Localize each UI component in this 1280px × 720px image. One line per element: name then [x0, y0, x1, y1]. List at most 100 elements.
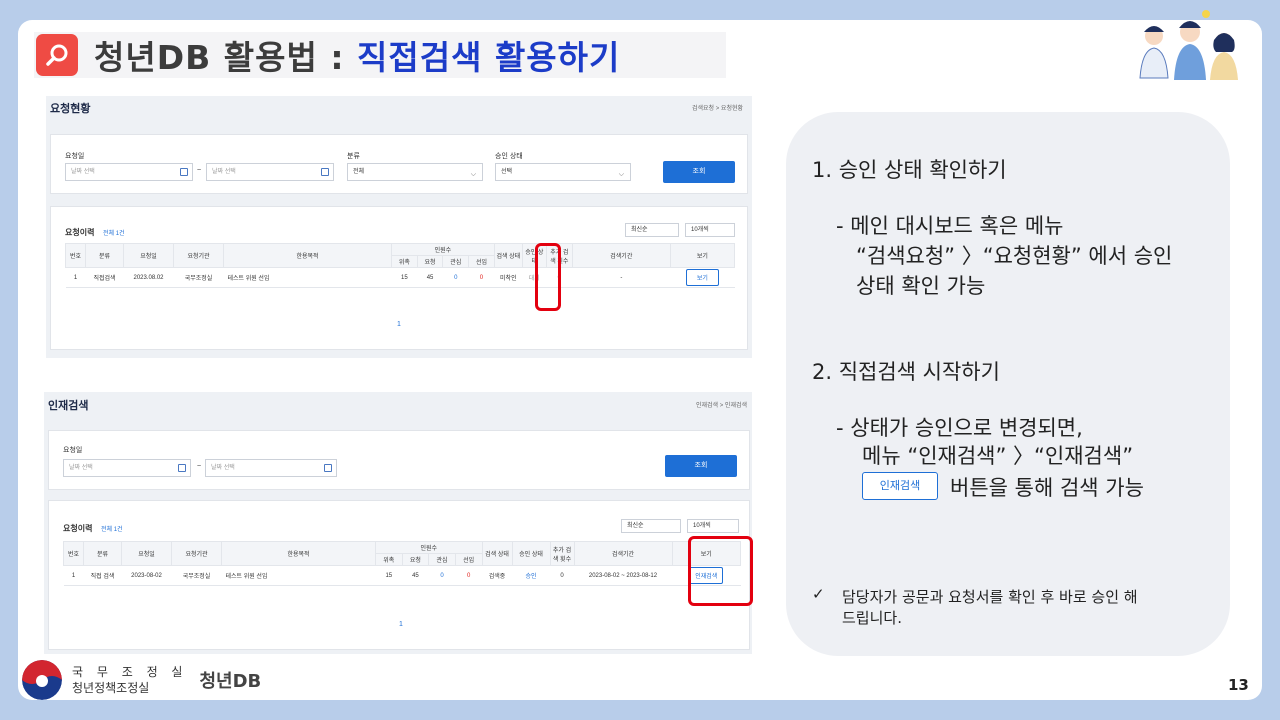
- step2-line1: - 상태가 승인으로 변경되면,: [836, 416, 1083, 440]
- col-search-status: 검색 상태: [481, 541, 513, 566]
- calendar-icon: [180, 168, 188, 176]
- per-page-select[interactable]: 10개씩: [685, 223, 735, 237]
- col-extra: 추가 검색 횟수: [549, 541, 575, 566]
- end-date-input[interactable]: 날짜 선택: [205, 459, 337, 477]
- sort-select[interactable]: 최신순: [625, 223, 679, 237]
- request-table: 번호 분류 요청일 요청기관 한용목적 인원수 검색 상태 승인 상태 추가 검…: [63, 541, 741, 586]
- col-headcount: 인원수: [391, 243, 495, 256]
- filter-panel: 요청일 날짜 선택 ~ 날짜 선택 조회: [48, 430, 750, 490]
- cell-date: 2023.08.02: [123, 267, 174, 288]
- step2-title: 2. 직접검색 시작하기: [812, 360, 1000, 384]
- cell-purpose: 테스트 위원 선임: [223, 267, 392, 288]
- slide-title-bar: 청년DB 활용법 : 직접검색 활용하기: [34, 32, 726, 78]
- col-n1: 위촉: [375, 553, 403, 566]
- list-count: 전체 1건: [101, 527, 123, 533]
- cell-purpose: 테스트 위원 선임: [221, 565, 376, 586]
- title-prefix: 청년DB 활용법 :: [94, 38, 358, 77]
- cell-no: 1: [65, 267, 86, 288]
- cell-category: 직접검색: [85, 267, 124, 288]
- col-headcount: 인원수: [375, 541, 483, 554]
- title-highlight: 직접검색 활용하기: [357, 38, 621, 77]
- col-n1: 위촉: [391, 255, 418, 268]
- list-title: 요청이력: [63, 524, 93, 533]
- search-button[interactable]: 조회: [665, 455, 737, 477]
- step1-title: 1. 승인 상태 확인하기: [812, 158, 1007, 182]
- col-search-status: 검색 상태: [493, 243, 523, 268]
- search-button[interactable]: 조회: [663, 161, 735, 183]
- status-label: 승인 상태: [495, 153, 523, 160]
- search-icon: [36, 34, 78, 76]
- cell-n1: 15: [391, 267, 418, 288]
- page-number-label: 13: [1228, 676, 1249, 694]
- col-no: 번호: [65, 243, 86, 268]
- cell-approval: 승인: [512, 565, 550, 586]
- highlight-talent-search-button: [688, 536, 753, 606]
- status-select[interactable]: 선택 ⌵: [495, 163, 631, 181]
- date-label: 요청일: [65, 153, 85, 160]
- cell-search-status: 검색중: [482, 565, 512, 586]
- table-row: 1 직접 검색 2023-08-02 국무조정실 테스트 위원 선임 15 45…: [63, 565, 741, 586]
- cell-org: 국무조정실: [171, 565, 222, 586]
- page-number[interactable]: 1: [399, 621, 403, 628]
- table-row: 1 직접검색 2023.08.02 국무조정실 테스트 위원 선임 15 45 …: [65, 267, 735, 288]
- col-category: 분류: [83, 541, 122, 566]
- start-date-input[interactable]: 날짜 선택: [63, 459, 191, 477]
- footer-logo: 국 무 조 정 실 청년정책조정실 청년DB: [22, 660, 261, 700]
- cell-n4: 0: [468, 267, 495, 288]
- calendar-icon: [178, 464, 186, 472]
- step1-line2: “검색요청” 〉“요청현황” 에서 승인: [856, 244, 1173, 268]
- calendar-icon: [324, 464, 332, 472]
- col-n3: 관심: [428, 553, 456, 566]
- talent-search-button-sample: 인재검색: [862, 472, 938, 500]
- category-select[interactable]: 전체 ⌵: [347, 163, 483, 181]
- cell-period: 2023-08-02 ~ 2023-08-12: [574, 565, 672, 586]
- calendar-icon: [321, 168, 329, 176]
- per-page-select[interactable]: 10개씩: [687, 519, 739, 533]
- breadcrumb: 인재검색 > 인재검색: [696, 403, 747, 409]
- step2-line3: 버튼을 통해 검색 가능: [950, 476, 1144, 500]
- date-range-tilde: ~: [197, 463, 202, 470]
- col-n4: 선임: [454, 553, 483, 566]
- request-list-panel: 요청이력 전체 1건 최신순 10개씩 번호 분류 요청일 요청기관 한용목적 …: [48, 500, 750, 650]
- cell-n1: 15: [375, 565, 403, 586]
- cell-n3: 0: [428, 565, 456, 586]
- col-org: 요청기관: [171, 541, 222, 566]
- cell-category: 직접 검색: [83, 565, 122, 586]
- page-title: 요청현황: [50, 103, 91, 115]
- request-list-panel: 요청이력 전체 1건 최신순 10개씩 번호 분류 요청일 요청기관 한용목적 …: [50, 206, 748, 350]
- view-button[interactable]: 보기: [685, 269, 719, 286]
- list-count: 전체 1건: [103, 231, 125, 237]
- chevron-down-icon: ⌵: [470, 171, 476, 178]
- col-org: 요청기관: [173, 243, 224, 268]
- col-purpose: 한용목적: [221, 541, 376, 566]
- col-date: 요청일: [121, 541, 172, 566]
- check-icon: ✓: [812, 585, 825, 603]
- footer-brand: 청년DB: [199, 671, 262, 692]
- cell-n2: 45: [417, 267, 443, 288]
- col-approval: 승인 상태: [511, 541, 551, 566]
- chevron-down-icon: ⌵: [618, 171, 624, 178]
- start-date-input[interactable]: 날짜 선택: [65, 163, 193, 181]
- request-table: 번호 분류 요청일 요청기관 한용목적 인원수 검색 상태 승인 상태 추가 검…: [65, 243, 736, 288]
- page-number[interactable]: 1: [397, 321, 401, 328]
- filter-panel: 요청일 날짜 선택 ~ 날짜 선택 분류 전체 ⌵ 승인 상태 선택 ⌵ 조회: [50, 134, 748, 194]
- note-line1: 담당자가 공문과 요청서를 확인 후 바로 승인 해: [842, 588, 1138, 606]
- highlight-approval-status: [535, 243, 561, 311]
- cell-n4: 0: [455, 565, 482, 586]
- col-purpose: 한용목적: [223, 243, 392, 268]
- footer-org-line2: 청년정책조정실: [72, 681, 150, 695]
- page-title: 인재검색: [48, 400, 89, 412]
- cell-n3: 0: [442, 267, 469, 288]
- category-label: 분류: [347, 153, 360, 160]
- date-label: 요청일: [63, 447, 83, 454]
- cell-no: 1: [63, 565, 84, 586]
- step1-line1: - 메인 대시보드 혹은 메뉴: [836, 214, 1064, 238]
- cell-org: 국무조정실: [173, 267, 224, 288]
- note-line2: 드립니다.: [842, 609, 902, 627]
- end-date-input[interactable]: 날짜 선택: [206, 163, 334, 181]
- list-title: 요청이력: [65, 228, 95, 237]
- col-period: 검색기간: [573, 541, 673, 566]
- col-view: 보기: [669, 243, 736, 268]
- footer-org-line1: 국 무 조 정 실: [72, 665, 188, 679]
- sort-select[interactable]: 최신순: [621, 519, 681, 533]
